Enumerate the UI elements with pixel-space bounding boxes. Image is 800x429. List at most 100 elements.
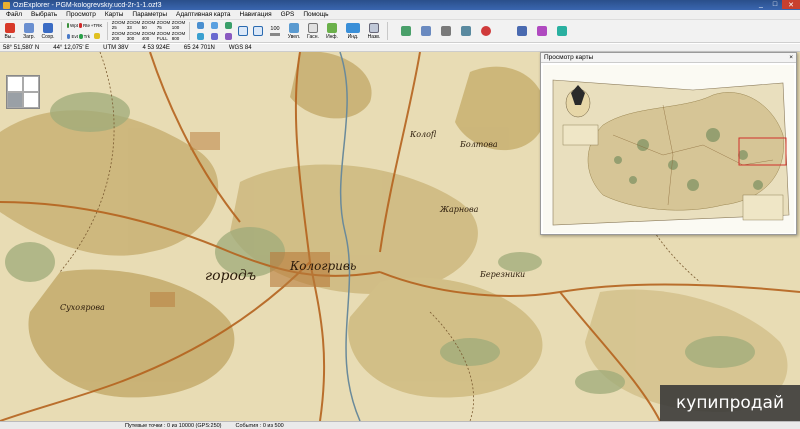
map-label-sukhoyarova: Сухоярова <box>60 303 105 312</box>
dim-button[interactable]: Гасн. <box>305 21 321 42</box>
preview-header: Просмотр карты × <box>541 53 796 63</box>
close-button[interactable]: ✕ <box>782 0 800 9</box>
map-label-kolo: Колоfl <box>409 130 437 139</box>
track-button[interactable]: Trk <box>79 32 90 41</box>
zoom-100-button[interactable]: ZOOM 100 <box>172 20 186 30</box>
longitude-readout: 44° 12,075' E <box>53 44 90 51</box>
watermark-banner: купипродай <box>660 385 800 421</box>
indicator-label: Инд. <box>347 33 359 40</box>
filter-icon[interactable] <box>557 26 567 36</box>
events-status: События : 0 из 500 <box>235 422 284 429</box>
info-button[interactable]: Инф. <box>324 21 340 42</box>
indicator-icon <box>346 22 360 33</box>
preview-close-button[interactable]: × <box>789 54 793 61</box>
toolbar-separator <box>107 22 108 40</box>
grid-tool-icon <box>211 21 218 29</box>
load-icon <box>24 22 34 33</box>
tool-4-button[interactable] <box>209 32 220 41</box>
menu-help[interactable]: Помощь <box>303 11 328 18</box>
route-label: Rte <box>82 22 90 28</box>
menu-bar: Файл Выбрать Просмотр Карты Параметры Ад… <box>0 10 800 20</box>
stop-icon[interactable] <box>481 26 491 36</box>
window-title: OziExplorer - PGM-kologrevskiy.ucd-2r-1-… <box>13 1 162 9</box>
close-map-button[interactable]: Вы... <box>2 21 18 42</box>
find-button[interactable] <box>237 21 249 42</box>
route-button[interactable]: Rte <box>79 21 90 30</box>
navigator-cell-active <box>7 92 23 108</box>
toolbar-separator <box>61 22 62 40</box>
map-label-zharnova: Жарнова <box>439 205 479 214</box>
close-map-label: Вы... <box>4 33 16 40</box>
menu-gps[interactable]: GPS <box>281 11 295 18</box>
zoom-200-button[interactable]: ZOOM 200 <box>112 31 126 41</box>
utm-northing: 65 24 701N <box>183 44 215 51</box>
waypoints-status: Путевые точки : 0 из 10000 (GPS:250) <box>125 422 222 429</box>
name-button[interactable]: Назв. <box>366 21 382 42</box>
status-bar: Путевые точки : 0 из 10000 (GPS:250) Соб… <box>0 421 800 429</box>
tool-6-button[interactable] <box>223 32 234 41</box>
gps-connect-icon[interactable] <box>401 26 411 36</box>
event-icon <box>67 33 71 39</box>
menu-maps[interactable]: Карты <box>105 11 124 18</box>
tool-5-button[interactable] <box>223 21 234 30</box>
menu-settings[interactable]: Параметры <box>132 11 167 18</box>
zoom-300-button[interactable]: ZOOM 300 <box>127 31 141 41</box>
close-map-icon <box>5 22 15 33</box>
preview-title: Просмотр карты <box>544 54 594 61</box>
map-tool-button[interactable] <box>195 21 206 30</box>
map-preview-window[interactable]: Просмотр карты × <box>540 52 797 235</box>
send-icon[interactable] <box>421 26 431 36</box>
clear-icon <box>93 33 100 39</box>
compass-icon[interactable] <box>461 26 471 36</box>
zoom-in-button[interactable]: Увел. <box>286 21 302 42</box>
menu-select[interactable]: Выбрать <box>31 11 57 18</box>
save-button[interactable]: Сохр. <box>40 21 56 42</box>
waypoint-label: Wpt <box>69 22 78 28</box>
title-bar: OziExplorer - PGM-kologrevskiy.ucd-2r-1-… <box>0 0 800 10</box>
event-button[interactable]: Evt <box>67 32 78 41</box>
track-label: Trk <box>83 33 90 39</box>
overlay-tool-icon <box>225 21 232 29</box>
zoom-value-box[interactable]: 100 <box>267 21 283 42</box>
gps-tool-button[interactable] <box>195 32 206 41</box>
map-label-town: городъ <box>205 268 256 284</box>
zoom-33-button[interactable]: ZOOM 33 <box>127 20 141 30</box>
track-icon <box>79 33 83 39</box>
find-2-button[interactable] <box>252 21 264 42</box>
zoom-75-button[interactable]: ZOOM 75 <box>157 20 171 30</box>
zoom-slider[interactable] <box>270 33 280 36</box>
dim-icon <box>308 22 318 33</box>
zoom-400-button[interactable]: ZOOM 400 <box>142 31 156 41</box>
table-icon[interactable] <box>517 26 527 36</box>
zoom-800-button[interactable]: ZOOM 800 <box>172 31 186 41</box>
tool-3-button[interactable] <box>209 21 220 30</box>
menu-adaptive-map[interactable]: Адаптивная карта <box>176 11 230 18</box>
map-label-berezniki: Березники <box>479 270 525 279</box>
load-button[interactable]: Загр. <box>21 21 37 42</box>
zoom-full-button[interactable]: ZOOM FULL <box>157 31 171 41</box>
add-track-button[interactable]: +TRK <box>90 21 103 30</box>
maximize-button[interactable]: □ <box>768 0 782 9</box>
preview-map-image <box>543 65 794 233</box>
menu-navigation[interactable]: Навигация <box>240 11 272 18</box>
event-label: Evt <box>71 33 78 39</box>
navigator-cell <box>23 92 39 108</box>
utm-zone: UTM 38V <box>103 44 129 51</box>
zoom-50-button[interactable]: ZOOM 50 <box>142 20 156 30</box>
map-navigator[interactable] <box>6 75 40 109</box>
menu-file[interactable]: Файл <box>6 11 22 18</box>
menu-view[interactable]: Просмотр <box>66 11 96 18</box>
indicator-button[interactable]: Инд. <box>343 21 363 42</box>
add-track-label: +TRK <box>90 22 103 28</box>
magnifier-2-icon <box>253 25 263 36</box>
zoom-25-button[interactable]: ZOOM 25 <box>112 20 126 30</box>
navigator-cell <box>23 76 39 92</box>
target-icon[interactable] <box>441 26 451 36</box>
minimize-button[interactable]: _ <box>754 0 768 9</box>
chart-icon[interactable] <box>537 26 547 36</box>
dim-label: Гасн. <box>307 33 319 40</box>
preview-map[interactable] <box>543 65 794 233</box>
zoom-icon <box>289 22 299 33</box>
waypoint-button[interactable]: Wpt <box>67 21 78 30</box>
clear-button[interactable] <box>91 32 102 41</box>
